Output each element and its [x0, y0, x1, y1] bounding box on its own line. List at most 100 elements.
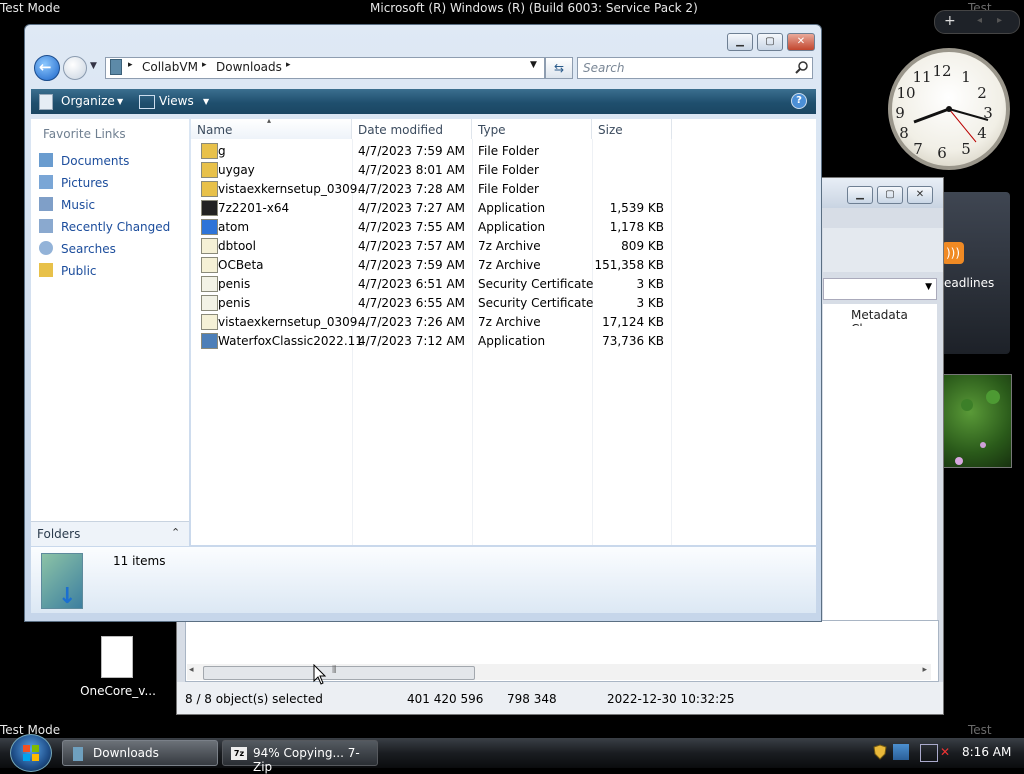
seven-zip-column-header[interactable]: Metadata Cha... [823, 304, 937, 336]
views-button[interactable]: Views [159, 94, 194, 108]
file-name: atom [218, 220, 250, 234]
nav-item-recently-changed[interactable]: Recently Changed [39, 219, 170, 237]
organize-dropdown-icon: ▼ [117, 97, 124, 106]
back-arrow-icon: ← [39, 58, 52, 76]
task-7zip-copying[interactable]: 7z 94% Copying... 7-Zip [222, 740, 378, 774]
nav-item-pictures[interactable]: Pictures [39, 175, 109, 193]
close-button[interactable]: ✕ [787, 33, 815, 51]
search-icon[interactable] [795, 61, 808, 74]
add-gadget-icon[interactable]: + [944, 13, 956, 29]
file-date: 4/7/2023 6:55 AM [358, 296, 466, 310]
desktop-file-icon[interactable]: OneCore_v... [80, 636, 156, 698]
build-watermark: Microsoft (R) Windows (R) (Build 6003: S… [370, 1, 698, 15]
organize-icon [39, 94, 53, 110]
table-row[interactable]: 7z2201-x64 4/7/2023 7:27 AM Application 1,5… [191, 198, 667, 217]
shield-icon[interactable] [872, 744, 888, 760]
table-row[interactable]: vistaexkernsetup_0309... 4/7/2023 7:26 AM… [191, 312, 667, 331]
sort-arrow-icon: ▴ [267, 116, 272, 125]
table-row[interactable]: atom 4/7/2023 7:55 AM Application 1,178 KB [191, 217, 667, 236]
file-icon [101, 636, 133, 678]
column-size[interactable]: Size [592, 119, 672, 139]
minimize-button[interactable]: ▁ [847, 186, 873, 204]
taskbar: Downloads 7z 94% Copying... 7-Zip ✕ 8:16… [0, 734, 1024, 774]
horizontal-scrollbar[interactable]: ◂ ⦀ ▸ [187, 664, 931, 680]
folder-icon [201, 181, 218, 197]
file-list[interactable]: Name ▴ Date modified Type Size g 4/7/2023… [191, 116, 816, 545]
windows-logo-icon [23, 745, 39, 761]
table-row[interactable]: uygay 4/7/2023 8:01 AM File Folder [191, 160, 667, 179]
file-name: WaterfoxClassic2022.11 [218, 334, 363, 348]
table-row[interactable]: g 4/7/2023 7:59 AM File Folder [191, 141, 667, 160]
refresh-button[interactable]: ⇆ [545, 57, 573, 79]
column-type[interactable]: Type [472, 119, 592, 139]
help-icon[interactable]: ? [791, 93, 807, 109]
network-icon[interactable] [893, 744, 909, 760]
file-date: 4/7/2023 7:55 AM [358, 220, 466, 234]
close-button[interactable]: ✕ [907, 186, 933, 204]
table-row[interactable]: penis 4/7/2023 6:51 AM Security Certificat… [191, 274, 667, 293]
certificate-icon [201, 295, 218, 311]
file-date: 4/7/2023 7:59 AM [358, 144, 466, 158]
file-date: 4/7/2023 8:01 AM [358, 163, 466, 177]
table-row[interactable]: vistaexkernsetup_0309... 4/7/2023 7:28 AM… [191, 179, 667, 198]
maximize-button[interactable]: ▢ [757, 33, 783, 51]
search-box[interactable]: Search [577, 57, 813, 79]
feed-headlines-gadget[interactable]: ))) eadlines [940, 192, 1010, 354]
column-name[interactable]: Name [191, 119, 352, 139]
file-name: dbtool [218, 239, 256, 253]
favorite-links-header: Favorite Links [43, 127, 126, 141]
maximize-button[interactable]: ▢ [877, 186, 903, 204]
file-date: 4/7/2023 7:28 AM [358, 182, 466, 196]
forward-button[interactable] [63, 56, 87, 80]
file-name: vistaexkernsetup_0309... [218, 182, 369, 196]
scroll-left-icon[interactable]: ◂ [189, 665, 194, 675]
volume-muted-icon[interactable]: ✕ [940, 744, 956, 760]
file-size: 3 KB [636, 277, 664, 291]
organize-button[interactable]: Organize [61, 94, 115, 108]
minimize-button[interactable]: ▁ [727, 33, 753, 51]
computer-icon [110, 59, 122, 75]
explorer-window[interactable]: ▁ ▢ ✕ ← ▼ ▸ CollabVM ▸ Downloads ▸ ▼ ⇆ S… [24, 24, 822, 622]
column-date-modified[interactable]: Date modified [352, 119, 472, 139]
clock-hands-icon [913, 106, 989, 143]
scrollbar-thumb[interactable]: ⦀ [203, 665, 475, 680]
nav-item-searches[interactable]: Searches [39, 241, 116, 259]
table-row[interactable]: penis 4/7/2023 6:55 AM Security Certificat… [191, 293, 667, 312]
start-button[interactable] [10, 734, 52, 772]
file-size: 3 KB [636, 296, 664, 310]
nav-item-public[interactable]: Public [39, 263, 97, 281]
seven-zip-list[interactable] [823, 326, 937, 626]
table-row[interactable]: dbtool 4/7/2023 7:57 AM 7z Archive 809 KB [191, 236, 667, 255]
address-bar[interactable]: ▸ CollabVM ▸ Downloads ▸ ▼ [105, 57, 545, 79]
rss-icon: ))) [942, 242, 964, 264]
clock-time[interactable]: 8:16 AM [962, 745, 1011, 759]
next-gadget-icon[interactable]: ▸ [997, 15, 1002, 26]
nav-item-documents[interactable]: Documents [39, 153, 129, 171]
scroll-right-icon[interactable]: ▸ [922, 665, 927, 675]
back-button[interactable]: ← [34, 55, 60, 81]
display-icon[interactable] [920, 744, 938, 762]
address-dropdown-icon[interactable]: ▼ [530, 60, 537, 70]
chevron-up-icon: ⌃ [171, 526, 181, 539]
nav-item-music[interactable]: Music [39, 197, 95, 215]
file-size: 151,358 KB [594, 258, 664, 272]
feed-label: eadlines [944, 276, 995, 290]
breadcrumb-downloads[interactable]: Downloads [216, 60, 282, 74]
documents-icon [39, 153, 53, 167]
file-type: File Folder [478, 182, 539, 196]
table-row[interactable]: WaterfoxClassic2022.11 4/7/2023 7:12 AM Ap… [191, 331, 667, 350]
nav-label: Recently Changed [61, 220, 171, 234]
clock-gadget[interactable]: 12 1 2 3 4 5 6 7 8 9 10 11 [888, 48, 1010, 170]
dropdown-arrow-icon: ▼ [925, 282, 932, 292]
breadcrumb-collabvm[interactable]: CollabVM [142, 60, 198, 74]
file-type: Application [478, 220, 546, 234]
table-row[interactable]: OCBeta 4/7/2023 7:59 AM 7z Archive 151,358 … [191, 255, 667, 274]
folders-toggle[interactable]: Folders ⌃ [31, 521, 189, 546]
recent-pages-icon[interactable]: ▼ [90, 61, 97, 71]
pictures-icon [39, 175, 53, 189]
seven-zip-path-combo[interactable]: ▼ [823, 278, 937, 300]
file-date: 4/7/2023 7:57 AM [358, 239, 466, 253]
task-downloads[interactable]: Downloads [62, 740, 218, 766]
prev-gadget-icon[interactable]: ◂ [977, 15, 982, 26]
slideshow-gadget[interactable] [942, 374, 1012, 468]
